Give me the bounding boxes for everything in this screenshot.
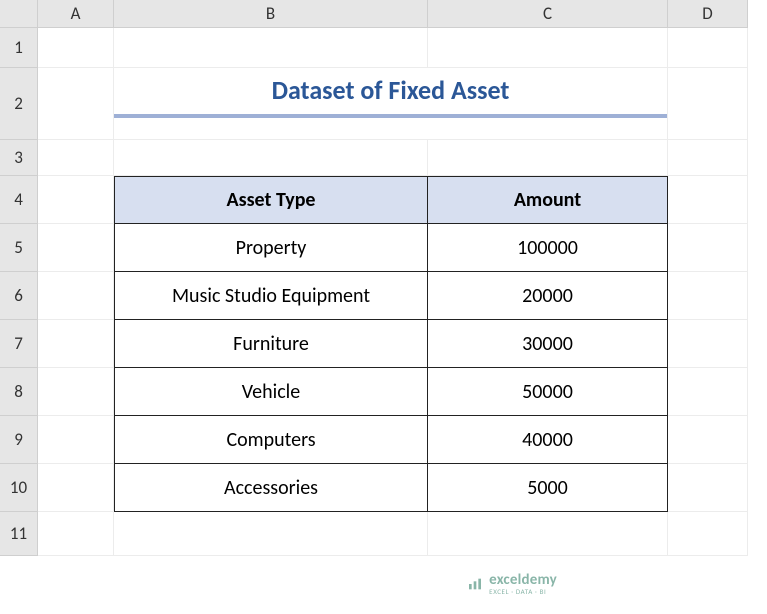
select-all-corner[interactable] bbox=[0, 0, 38, 28]
cell-a7[interactable] bbox=[38, 320, 114, 368]
row-header-6[interactable]: 6 bbox=[0, 272, 38, 320]
col-header-a[interactable]: A bbox=[38, 0, 114, 28]
cell-d6[interactable] bbox=[668, 272, 748, 320]
row-header-4[interactable]: 4 bbox=[0, 176, 38, 224]
cell-d10[interactable] bbox=[668, 464, 748, 512]
row-header-1[interactable]: 1 bbox=[0, 28, 38, 68]
table-row[interactable]: 20000 bbox=[428, 272, 668, 320]
title-cell[interactable]: Dataset of Fixed Asset bbox=[114, 68, 668, 140]
cell-a4[interactable] bbox=[38, 176, 114, 224]
table-row[interactable]: 30000 bbox=[428, 320, 668, 368]
table-header-amount[interactable]: Amount bbox=[428, 176, 668, 224]
cell-a3[interactable] bbox=[38, 140, 114, 176]
cell-c3[interactable] bbox=[428, 140, 668, 176]
title-text: Dataset of Fixed Asset bbox=[272, 68, 510, 114]
cell-d2[interactable] bbox=[668, 68, 748, 140]
table-row[interactable]: Music Studio Equipment bbox=[114, 272, 428, 320]
cell-a6[interactable] bbox=[38, 272, 114, 320]
cell-c1[interactable] bbox=[428, 28, 668, 68]
table-row[interactable]: 40000 bbox=[428, 416, 668, 464]
table-header-asset-type[interactable]: Asset Type bbox=[114, 176, 428, 224]
cell-c11[interactable] bbox=[428, 512, 668, 556]
col-header-d[interactable]: D bbox=[668, 0, 748, 28]
cell-d5[interactable] bbox=[668, 224, 748, 272]
table-row[interactable]: Furniture bbox=[114, 320, 428, 368]
cell-b3[interactable] bbox=[114, 140, 428, 176]
cell-b11[interactable] bbox=[114, 512, 428, 556]
table-row[interactable]: 5000 bbox=[428, 464, 668, 512]
cell-a10[interactable] bbox=[38, 464, 114, 512]
cell-d3[interactable] bbox=[668, 140, 748, 176]
cell-d8[interactable] bbox=[668, 368, 748, 416]
cell-d1[interactable] bbox=[668, 28, 748, 68]
table-row[interactable]: 100000 bbox=[428, 224, 668, 272]
row-header-8[interactable]: 8 bbox=[0, 368, 38, 416]
cell-a8[interactable] bbox=[38, 368, 114, 416]
cell-a2[interactable] bbox=[38, 68, 114, 140]
table-row[interactable]: Property bbox=[114, 224, 428, 272]
col-header-b[interactable]: B bbox=[114, 0, 428, 28]
cell-a1[interactable] bbox=[38, 28, 114, 68]
cell-a5[interactable] bbox=[38, 224, 114, 272]
cell-d4[interactable] bbox=[668, 176, 748, 224]
row-header-10[interactable]: 10 bbox=[0, 464, 38, 512]
cell-a9[interactable] bbox=[38, 416, 114, 464]
row-header-3[interactable]: 3 bbox=[0, 140, 38, 176]
cell-b1[interactable] bbox=[114, 28, 428, 68]
row-header-11[interactable]: 11 bbox=[0, 512, 38, 556]
cell-d11[interactable] bbox=[668, 512, 748, 556]
row-header-5[interactable]: 5 bbox=[0, 224, 38, 272]
cell-d9[interactable] bbox=[668, 416, 748, 464]
cell-a11[interactable] bbox=[38, 512, 114, 556]
table-row[interactable]: Vehicle bbox=[114, 368, 428, 416]
spreadsheet-grid: A B C D 1 2 Dataset of Fixed Asset 3 4 A… bbox=[0, 0, 767, 614]
table-row[interactable]: Computers bbox=[114, 416, 428, 464]
table-row[interactable]: 50000 bbox=[428, 368, 668, 416]
table-row[interactable]: Accessories bbox=[114, 464, 428, 512]
title-underline bbox=[114, 114, 667, 118]
row-header-9[interactable]: 9 bbox=[0, 416, 38, 464]
cell-d7[interactable] bbox=[668, 320, 748, 368]
row-header-2[interactable]: 2 bbox=[0, 68, 38, 140]
col-header-c[interactable]: C bbox=[428, 0, 668, 28]
row-header-7[interactable]: 7 bbox=[0, 320, 38, 368]
